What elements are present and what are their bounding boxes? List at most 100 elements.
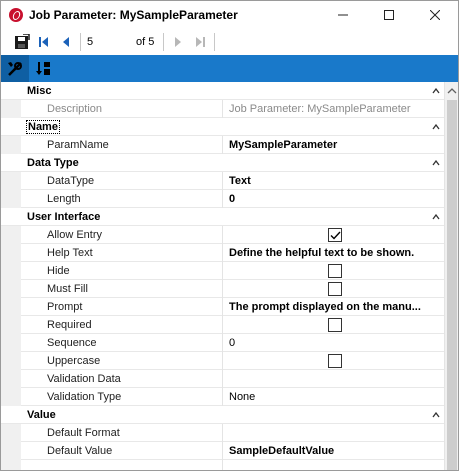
property-value[interactable]: MySampleParameter: [223, 136, 444, 154]
required-checkbox[interactable]: [328, 318, 342, 332]
row-gutter: [1, 136, 21, 154]
property-row[interactable]: [1, 460, 444, 470]
property-row[interactable]: Allow Entry: [1, 226, 444, 244]
collapse-button[interactable]: [432, 208, 440, 226]
property-value: [223, 352, 444, 370]
record-number-input[interactable]: [84, 33, 130, 51]
category-user-interface[interactable]: User Interface: [1, 208, 444, 226]
tools-icon: [8, 61, 22, 76]
row-gutter: [1, 280, 21, 298]
property-row[interactable]: Hide: [1, 262, 444, 280]
category-value[interactable]: Value: [1, 406, 444, 424]
row-gutter: [1, 244, 21, 262]
minimize-button[interactable]: [320, 1, 366, 29]
property-row[interactable]: Prompt The prompt displayed on the manu.…: [1, 298, 444, 316]
chevron-up-icon: [432, 88, 440, 94]
toolbar-divider: [214, 33, 216, 51]
property-value[interactable]: Job Parameter: MySampleParameter: [223, 100, 444, 118]
must-fill-checkbox[interactable]: [328, 282, 342, 296]
category-name[interactable]: Name: [1, 118, 444, 136]
property-row[interactable]: Default Format: [1, 424, 444, 442]
property-row[interactable]: Help Text Define the helpful text to be …: [1, 244, 444, 262]
category-data-type[interactable]: Data Type: [1, 154, 444, 172]
property-row[interactable]: Validation Type None: [1, 388, 444, 406]
property-value[interactable]: Define the helpful text to be shown.: [223, 244, 444, 262]
collapse-button[interactable]: [432, 406, 440, 424]
row-gutter: [1, 442, 21, 460]
category-label: Name: [26, 119, 60, 134]
property-value[interactable]: [223, 460, 444, 470]
maximize-icon: [384, 10, 394, 20]
property-value[interactable]: SampleDefaultValue: [223, 442, 444, 460]
property-grid-toolbar: [1, 55, 458, 82]
sort-az-icon: [36, 61, 50, 75]
sort-alphabetical-button[interactable]: [29, 55, 57, 82]
save-close-button[interactable]: [11, 32, 33, 52]
previous-record-button[interactable]: [55, 32, 77, 52]
row-gutter: [1, 298, 21, 316]
row-gutter: [1, 172, 21, 190]
property-value[interactable]: None: [223, 388, 444, 406]
first-record-icon: [39, 37, 48, 47]
property-value[interactable]: [223, 370, 444, 388]
hide-checkbox[interactable]: [328, 264, 342, 278]
category-label: Misc: [27, 84, 52, 97]
title-bar: Job Parameter: MySampleParameter: [1, 1, 458, 29]
scrollbar-thumb[interactable]: [447, 100, 457, 470]
collapse-button[interactable]: [432, 82, 440, 100]
uppercase-checkbox[interactable]: [328, 354, 342, 368]
maximize-button[interactable]: [366, 1, 412, 29]
property-value[interactable]: 0: [223, 334, 444, 352]
property-value[interactable]: Text: [223, 172, 444, 190]
scroll-up-icon[interactable]: [445, 84, 459, 98]
vertical-scrollbar[interactable]: [444, 82, 459, 470]
property-value[interactable]: The prompt displayed on the manu...: [223, 298, 444, 316]
property-row[interactable]: Must Fill: [1, 280, 444, 298]
property-name: Required: [21, 316, 223, 334]
save-close-icon: [15, 34, 30, 49]
app-logo-icon: [9, 8, 23, 22]
property-name: Hide: [21, 262, 223, 280]
last-record-button[interactable]: [189, 32, 211, 52]
property-row[interactable]: Validation Data: [1, 370, 444, 388]
property-name: Default Value: [21, 442, 223, 460]
property-row[interactable]: Default Value SampleDefaultValue: [1, 442, 444, 460]
categorized-view-button[interactable]: [1, 55, 29, 82]
property-value[interactable]: 0: [223, 190, 444, 208]
property-value: [223, 262, 444, 280]
category-misc[interactable]: Misc: [1, 82, 444, 100]
chevron-up-icon: [432, 412, 440, 418]
property-name: Prompt: [21, 298, 223, 316]
collapse-button[interactable]: [432, 118, 440, 136]
property-row[interactable]: DataType Text: [1, 172, 444, 190]
collapse-button[interactable]: [432, 154, 440, 172]
first-record-button[interactable]: [33, 32, 55, 52]
row-gutter: [1, 370, 21, 388]
property-row[interactable]: Required: [1, 316, 444, 334]
row-gutter: [1, 460, 21, 470]
minimize-icon: [338, 14, 348, 16]
next-record-button[interactable]: [167, 32, 189, 52]
close-button[interactable]: [412, 1, 458, 29]
property-row[interactable]: Length 0: [1, 190, 444, 208]
row-gutter: [1, 424, 21, 442]
property-row[interactable]: ParamName MySampleParameter: [1, 136, 444, 154]
checkmark-icon: [330, 231, 341, 240]
property-name: Sequence: [21, 334, 223, 352]
toolbar-divider: [80, 33, 81, 51]
row-gutter: [1, 226, 21, 244]
category-label: Data Type: [27, 156, 79, 169]
property-value[interactable]: [223, 424, 444, 442]
navigation-toolbar: of 5: [1, 29, 458, 55]
property-row[interactable]: Uppercase: [1, 352, 444, 370]
property-name: Default Format: [21, 424, 223, 442]
property-row[interactable]: Description Job Parameter: MySampleParam…: [1, 100, 444, 118]
property-name: Validation Data: [21, 370, 223, 388]
property-row[interactable]: Sequence 0: [1, 334, 444, 352]
allow-entry-checkbox[interactable]: [328, 228, 342, 242]
property-value: [223, 226, 444, 244]
row-gutter: [1, 316, 21, 334]
toolbar-divider: [163, 33, 165, 51]
property-name: ParamName: [21, 136, 223, 154]
property-name: DataType: [21, 172, 223, 190]
